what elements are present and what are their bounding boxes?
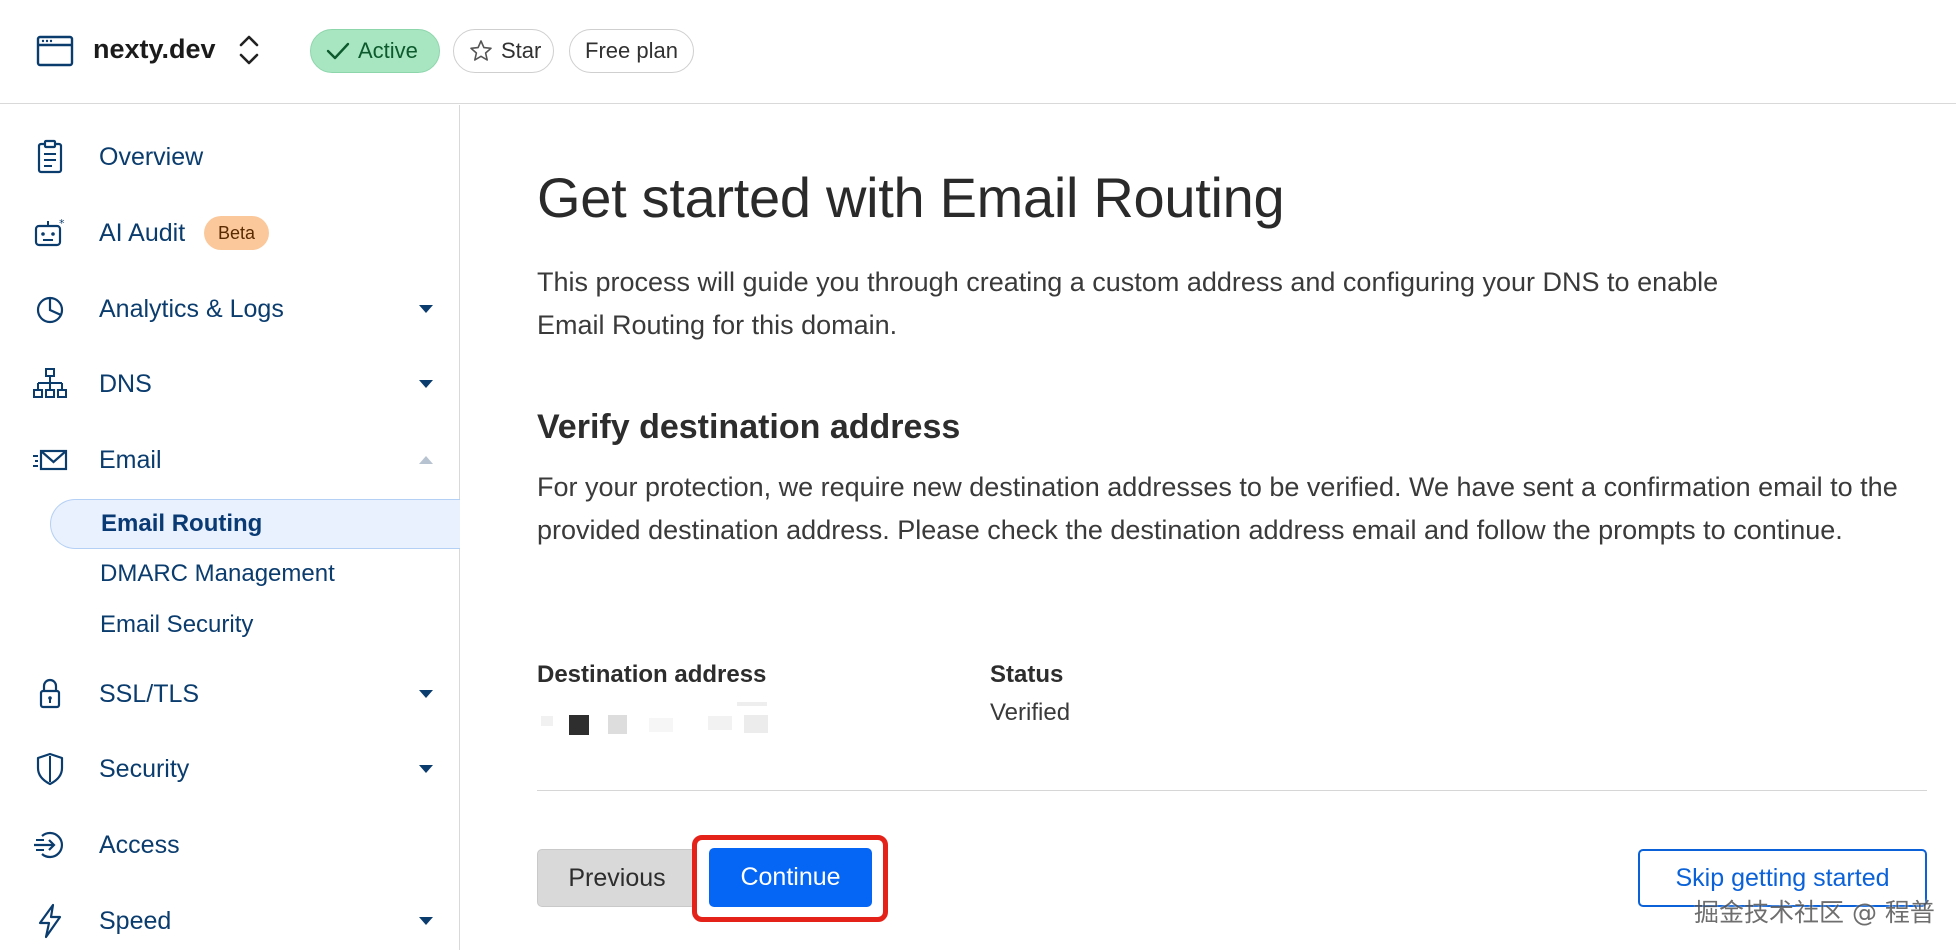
top-bar: nexty.dev Active Star Free plan: [0, 0, 1956, 104]
sidebar-item-label: DNS: [99, 369, 152, 398]
caret-down-icon[interactable]: [418, 304, 434, 314]
sidebar-item-access[interactable]: Access: [0, 815, 459, 875]
sidebar-item-ssl-tls[interactable]: SSL/TLS: [0, 664, 459, 724]
sidebar-item-label: SSL/TLS: [99, 679, 200, 708]
shield-icon: [36, 752, 64, 786]
page-title: Get started with Email Routing: [537, 166, 1285, 229]
sidebar-subitem-email-security[interactable]: Email Security: [50, 600, 460, 650]
sidebar-item-label: Overview: [99, 142, 204, 171]
intro-text: This process will guide you through crea…: [537, 267, 1719, 340]
access-icon: [34, 831, 64, 859]
redacted-address: [541, 702, 768, 735]
sidebar-subitem-label: DMARC Management: [100, 560, 335, 587]
sidebar-item-label: Security: [99, 754, 190, 783]
sidebar-item-label: Email: [99, 445, 162, 474]
section-title: Verify destination address: [537, 408, 961, 446]
star-icon: [470, 40, 492, 61]
svg-text:*: *: [59, 217, 65, 230]
network-tree-icon: [33, 368, 67, 398]
sidebar-item-label: Access: [99, 830, 180, 859]
sidebar-subitem-email-routing[interactable]: Email Routing: [50, 499, 460, 549]
clipboard-icon: [37, 139, 63, 174]
caret-down-icon[interactable]: [418, 689, 434, 699]
watermark: 掘金技术社区 @ 程普: [1694, 898, 1935, 927]
sidebar-item-analytics-logs[interactable]: Analytics & Logs: [0, 279, 459, 339]
continue-button[interactable]: Continue: [709, 848, 872, 907]
plan-button[interactable]: Free plan: [569, 29, 694, 73]
envelope-icon: [33, 449, 68, 471]
browser-window-icon: [36, 35, 74, 67]
sidebar-subitem-label: Email Routing: [101, 510, 263, 537]
checkmark-icon: [326, 42, 350, 60]
caret-down-icon[interactable]: [418, 379, 434, 389]
site-name[interactable]: nexty.dev: [93, 34, 216, 65]
star-button[interactable]: Star: [453, 29, 554, 73]
sidebar-item-ai-audit[interactable]: * AI Audit Beta: [0, 203, 459, 263]
status-value: Verified: [990, 699, 1071, 726]
caret-down-icon[interactable]: [418, 764, 434, 774]
lock-icon: [39, 678, 61, 709]
pie-chart-icon: [36, 296, 64, 324]
section-body: For your protection, we require new dest…: [537, 472, 1898, 545]
chevron-up-down-icon[interactable]: [234, 30, 264, 70]
caret-up-icon[interactable]: [418, 455, 434, 465]
sidebar-subitem-dmarc-management[interactable]: DMARC Management: [50, 549, 460, 599]
sidebar-item-overview[interactable]: Overview: [0, 127, 459, 187]
sidebar-subitem-label: Email Security: [100, 611, 254, 638]
status-header: Status: [990, 661, 1064, 688]
sidebar: Overview * AI Audit Beta Analytics & Log…: [0, 105, 460, 950]
previous-button[interactable]: Previous: [537, 849, 697, 907]
destination-address-header: Destination address: [537, 661, 767, 688]
plan-label: Free plan: [585, 38, 678, 63]
status-badge-label: Active: [358, 38, 418, 63]
sidebar-item-label: Speed: [99, 906, 172, 935]
robot-icon: *: [34, 217, 65, 247]
sidebar-item-label: Analytics & Logs: [99, 294, 284, 323]
sidebar-item-label: AI Audit: [99, 218, 186, 247]
divider: [537, 790, 1927, 791]
beta-badge: Beta: [204, 216, 270, 250]
star-label: Star: [501, 38, 542, 63]
sidebar-item-dns[interactable]: DNS: [0, 354, 459, 414]
status-badge: Active: [310, 29, 440, 73]
sidebar-item-security[interactable]: Security: [0, 739, 459, 799]
caret-down-icon[interactable]: [418, 916, 434, 926]
sidebar-item-email[interactable]: Email: [0, 430, 459, 490]
sidebar-item-speed[interactable]: Speed: [0, 891, 459, 950]
lightning-icon: [38, 903, 62, 939]
